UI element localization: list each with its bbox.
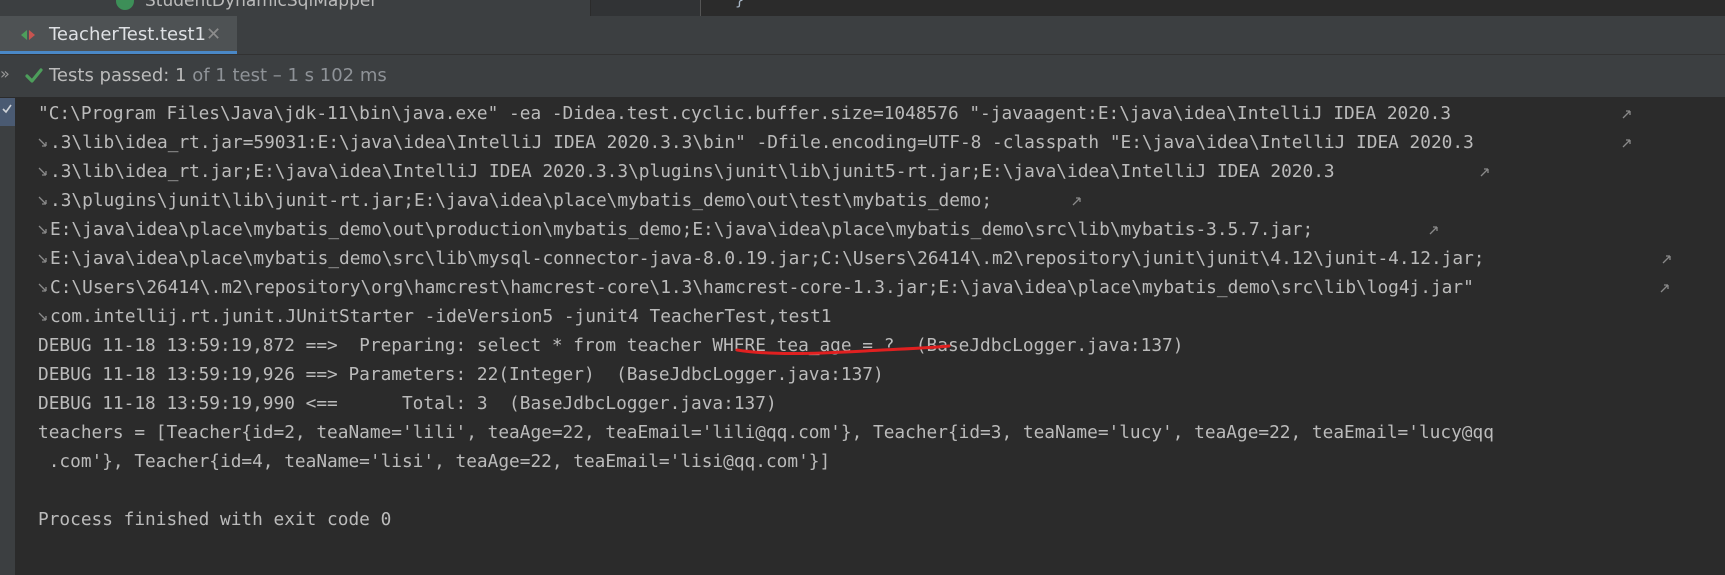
checkmark-icon bbox=[25, 68, 43, 83]
soft-wrap-icon bbox=[1480, 168, 1489, 177]
soft-wrap-continue-icon bbox=[38, 254, 47, 263]
soft-wrap-continue-icon bbox=[38, 196, 47, 205]
run-tab-bar: TeacherTest.test1 ✕ bbox=[0, 16, 1725, 55]
close-icon[interactable]: ✕ bbox=[206, 24, 221, 45]
tests-passed-detail: of 1 test – 1 s 102 ms bbox=[192, 65, 387, 86]
red-underline-annotation bbox=[735, 344, 951, 356]
tests-passed-text: Tests passed: 1 of 1 test – 1 s 102 ms bbox=[49, 65, 387, 86]
console-line: E:\java\idea\place\mybatis_demo\src\lib\… bbox=[50, 248, 1485, 269]
console-line: Process finished with exit code 0 bbox=[38, 509, 392, 530]
soft-wrap-continue-icon bbox=[38, 283, 47, 292]
console-line: DEBUG 11-18 13:59:19,926 ==> Parameters:… bbox=[38, 364, 884, 385]
console-line: .com'}, Teacher{id=4, teaName='lisi', te… bbox=[38, 451, 831, 472]
console-line: com.intellij.rt.junit.JUnitStarter -ideV… bbox=[50, 306, 832, 327]
console-line: DEBUG 11-18 13:59:19,990 <== Total: 3 (B… bbox=[38, 393, 777, 414]
tab-teachertest-test1[interactable]: TeacherTest.test1 ✕ bbox=[0, 16, 237, 54]
console-line: E:\java\idea\place\mybatis_demo\out\prod… bbox=[50, 219, 1314, 240]
soft-wrap-continue-icon bbox=[38, 312, 47, 321]
console-line: .3\lib\idea_rt.jar;E:\java\idea\IntelliJ… bbox=[50, 161, 1335, 182]
tab-label: TeacherTest.test1 bbox=[49, 24, 207, 45]
soft-wrap-icon bbox=[1662, 255, 1671, 264]
editor-top-strip: StudentDynamicSqlMapper 27 } bbox=[0, 0, 1725, 16]
expand-icon[interactable]: » bbox=[0, 64, 10, 83]
console-left-gutter bbox=[0, 98, 15, 575]
console-line: teachers = [Teacher{id=2, teaName='lili'… bbox=[38, 422, 1494, 443]
test-result-marker[interactable] bbox=[0, 98, 15, 126]
console-line: C:\Users\26414\.m2\repository\org\hamcre… bbox=[50, 277, 1474, 298]
soft-wrap-icon bbox=[1660, 284, 1669, 293]
class-icon bbox=[116, 0, 134, 10]
project-panel-fragment: StudentDynamicSqlMapper bbox=[0, 0, 590, 16]
console-line: DEBUG 11-18 13:59:19,872 ==> Preparing: … bbox=[38, 335, 1184, 356]
soft-wrap-icon bbox=[1622, 110, 1631, 119]
console-output[interactable]: "C:\Program Files\Java\jdk-11\bin\java.e… bbox=[15, 98, 1725, 575]
console-line: .3\plugins\junit\lib\junit-rt.jar;E:\jav… bbox=[50, 190, 993, 211]
tests-passed-label: Tests passed: 1 bbox=[49, 65, 187, 86]
soft-wrap-icon bbox=[1429, 226, 1438, 235]
editor-gutter: 27 bbox=[590, 0, 1271, 16]
soft-wrap-continue-icon bbox=[38, 225, 47, 234]
test-status-bar: » Tests passed: 1 of 1 test – 1 s 102 ms bbox=[0, 55, 1725, 98]
editor-fragment[interactable] bbox=[700, 0, 1725, 16]
soft-wrap-continue-icon bbox=[38, 138, 47, 147]
soft-wrap-continue-icon bbox=[38, 167, 47, 176]
console-line: "C:\Program Files\Java\jdk-11\bin\java.e… bbox=[38, 103, 1452, 124]
soft-wrap-icon bbox=[1622, 139, 1631, 148]
junit-run-icon bbox=[21, 30, 35, 40]
console-line: .3\lib\idea_rt.jar=59031:E:\java\idea\In… bbox=[50, 132, 1474, 153]
soft-wrap-icon bbox=[1072, 197, 1081, 206]
checkmark-icon bbox=[2, 104, 12, 114]
project-item-label[interactable]: StudentDynamicSqlMapper bbox=[145, 0, 377, 11]
code-fragment: } bbox=[735, 0, 745, 9]
